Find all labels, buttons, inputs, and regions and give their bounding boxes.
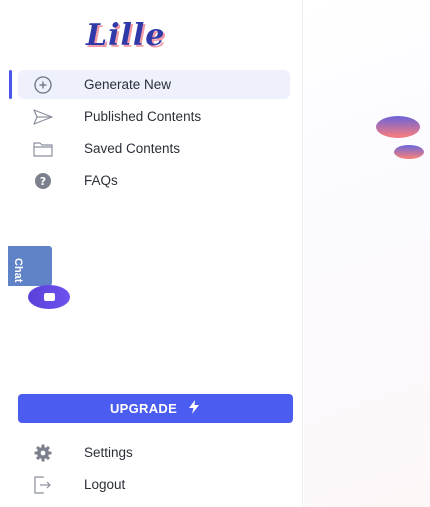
sidebar-item-label: Settings xyxy=(84,445,133,460)
sidebar: Lille Generate New Published Contents Sa… xyxy=(0,0,303,507)
upgrade-button[interactable]: UPGRADE xyxy=(18,394,293,423)
main-content xyxy=(304,0,430,507)
sidebar-item-label: Logout xyxy=(84,477,126,492)
sidebar-item-settings[interactable]: Settings xyxy=(18,438,290,467)
brand-logo[interactable]: Lille xyxy=(86,18,226,62)
sidebar-item-generate-new[interactable]: Generate New xyxy=(18,70,290,99)
sidebar-item-saved-contents[interactable]: Saved Contents xyxy=(18,134,290,163)
chat-widget[interactable]: Chat xyxy=(8,246,70,309)
logout-icon xyxy=(32,474,54,496)
sidebar-item-label: Generate New xyxy=(84,77,172,92)
app-window: Lille Generate New Published Contents Sa… xyxy=(0,0,430,507)
sidebar-item-logout[interactable]: Logout xyxy=(18,470,290,499)
send-icon xyxy=(32,106,54,128)
chat-label: Chat xyxy=(12,258,24,283)
upgrade-label: UPGRADE xyxy=(109,401,178,416)
chat-tab[interactable]: Chat xyxy=(8,246,52,286)
sidebar-nav: Generate New Published Contents Saved Co… xyxy=(0,70,303,198)
svg-text:?: ? xyxy=(40,175,46,188)
chat-bubble-icon[interactable] xyxy=(28,285,70,309)
decorative-blob-large xyxy=(376,116,420,138)
sidebar-item-published-contents[interactable]: Published Contents xyxy=(18,102,290,131)
chat-bubble-glyph xyxy=(43,293,55,301)
decorative-blob-small xyxy=(394,145,424,159)
sidebar-item-label: Saved Contents xyxy=(84,141,181,156)
gear-icon xyxy=(32,442,54,464)
folder-icon xyxy=(32,138,54,160)
sidebar-bottom-nav: Settings Logout xyxy=(0,438,303,502)
sidebar-item-label: FAQs xyxy=(84,173,118,188)
plus-circle-icon xyxy=(32,74,54,96)
sidebar-item-label: Published Contents xyxy=(84,109,202,124)
sidebar-item-faqs[interactable]: ? FAQs xyxy=(18,166,290,195)
lightning-icon xyxy=(187,399,201,418)
help-circle-icon: ? xyxy=(32,170,54,192)
